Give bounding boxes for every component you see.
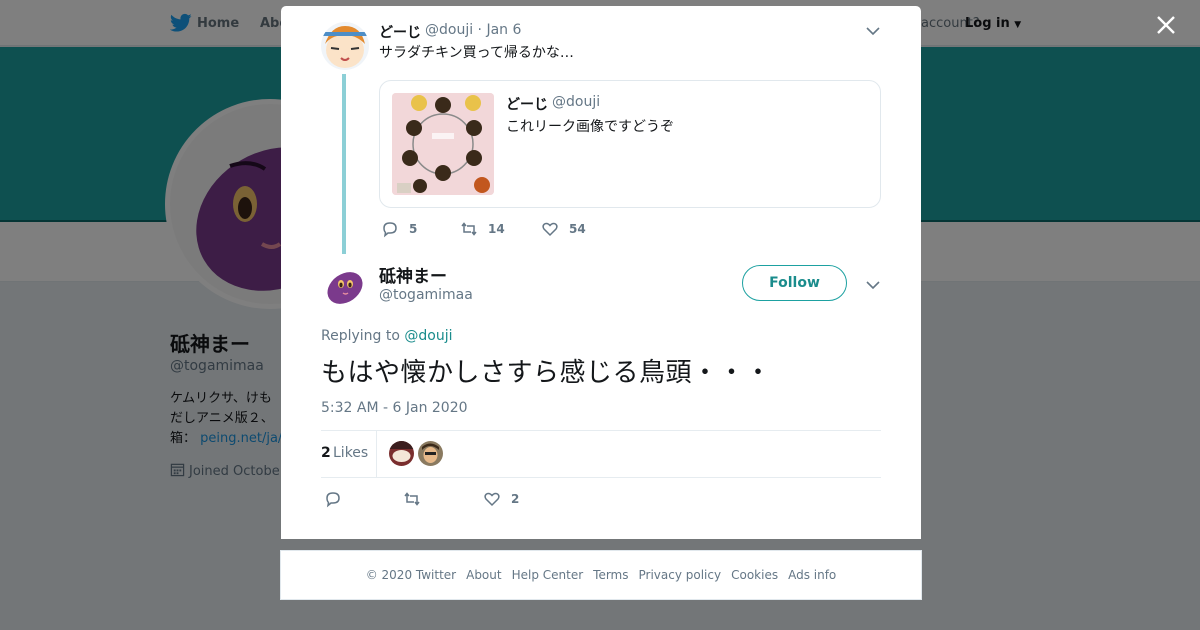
reply-button[interactable]: 5 <box>381 220 417 238</box>
liker-avatar[interactable] <box>418 441 443 466</box>
footer-link-help-center[interactable]: Help Center <box>512 568 584 582</box>
quoted-tweet-author: どーじ <box>506 97 548 113</box>
thread-connector <box>342 74 346 254</box>
tweet-timestamp[interactable]: 5:32 AM - 6 Jan 2020 <box>321 400 468 416</box>
douji-avatar-icon <box>321 22 369 70</box>
quoted-tweet-handle: @douji <box>552 94 601 110</box>
liker-avatar[interactable] <box>389 441 414 466</box>
reply-icon <box>383 222 397 238</box>
like-button[interactable]: 2 <box>483 490 519 508</box>
tweet-author-name[interactable]: 砥神まー <box>379 262 447 287</box>
retweet-button[interactable] <box>403 490 431 508</box>
avatar[interactable] <box>321 262 369 310</box>
chevron-down-icon[interactable] <box>866 26 880 36</box>
heart-icon <box>484 492 500 507</box>
replying-to-label: Replying to <box>321 328 400 344</box>
close-icon[interactable] <box>1153 12 1179 38</box>
replying-to: Replying to @douji <box>321 328 453 344</box>
footer-link-privacy[interactable]: Privacy policy <box>639 568 722 582</box>
avatar[interactable] <box>321 22 369 70</box>
leak-diagram-image <box>392 93 494 195</box>
retweet-icon <box>404 492 420 506</box>
sweet-potato-avatar-icon <box>321 262 369 310</box>
footer: © 2020 Twitter About Help Center Terms P… <box>280 550 922 600</box>
retweet-button[interactable]: 14 <box>460 220 505 238</box>
tweet-modal: どーじ @douji · Jan 6 サラダチキン買って帰るかな… どーじ @d… <box>281 6 921 539</box>
parent-tweet-text: サラダチキン買って帰るかな… <box>379 45 574 61</box>
retweet-icon <box>461 222 477 236</box>
like-count: 54 <box>569 222 586 236</box>
footer-link-ads-info[interactable]: Ads info <box>788 568 836 582</box>
tweet-author-handle[interactable]: @togamimaa <box>379 287 473 303</box>
footer-link-terms[interactable]: Terms <box>593 568 628 582</box>
quoted-tweet[interactable]: どーじ @douji これリーク画像ですどうぞ <box>379 80 881 208</box>
footer-link-cookies[interactable]: Cookies <box>731 568 778 582</box>
parent-tweet-author[interactable]: どーじ <box>379 22 421 42</box>
tweet-text: もはや懐かしさすら感じる鳥頭・・・ <box>321 358 772 388</box>
liker-avatar-icon <box>418 441 443 466</box>
heart-icon <box>542 222 558 237</box>
divider <box>321 477 881 478</box>
like-count: 2 <box>511 492 520 506</box>
chevron-down-icon[interactable] <box>866 280 880 290</box>
footer-link-about[interactable]: About <box>466 568 501 582</box>
copyright: © 2020 Twitter <box>365 568 457 582</box>
likes-count[interactable]: 2 <box>321 445 331 461</box>
reply-count: 5 <box>409 222 418 236</box>
like-button[interactable]: 54 <box>541 220 586 238</box>
likes-label[interactable]: Likes <box>333 445 368 461</box>
divider <box>376 431 377 477</box>
liker-avatar-icon <box>389 441 414 466</box>
mention-link[interactable]: @douji <box>404 328 452 344</box>
quoted-tweet-image[interactable] <box>392 93 494 195</box>
follow-button[interactable]: Follow <box>742 265 847 301</box>
divider <box>321 430 881 431</box>
parent-tweet-meta[interactable]: @douji · Jan 6 <box>425 22 521 38</box>
reply-icon <box>326 492 340 508</box>
quoted-tweet-text: これリーク画像ですどうぞ <box>506 119 674 135</box>
retweet-count: 14 <box>488 222 505 236</box>
reply-button[interactable] <box>324 490 352 508</box>
